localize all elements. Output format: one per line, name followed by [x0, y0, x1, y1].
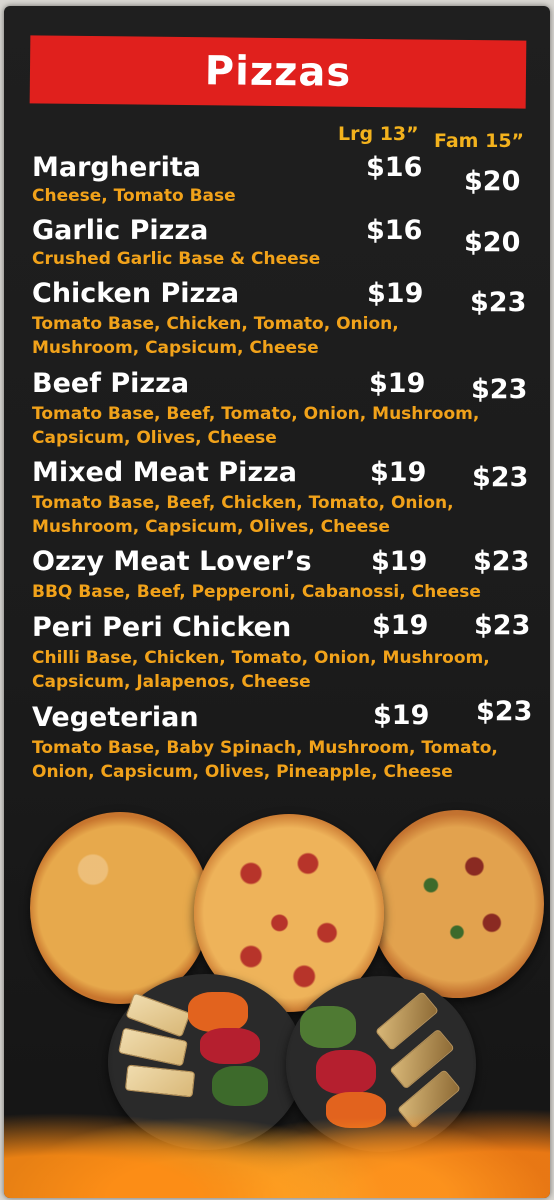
- price-large: $19: [367, 278, 424, 309]
- pizza-image: [30, 812, 210, 1004]
- price-large: $19: [373, 700, 430, 731]
- salad-image: [188, 992, 248, 1032]
- pizza-image: [370, 810, 544, 998]
- item-description: Tomato Base, Beef, Chicken, Tomato, Onio…: [32, 493, 454, 537]
- price-family: $23: [474, 610, 531, 641]
- price-family: $23: [471, 374, 528, 405]
- item-name: Ozzy Meat Lover’s: [32, 546, 312, 577]
- price-family: $20: [464, 227, 521, 258]
- item-description: Tomato Base, Beef, Tomato, Onion, Mushro…: [32, 404, 480, 448]
- item-description: Tomato Base, Baby Spinach, Mushroom, Tom…: [32, 738, 498, 782]
- wrap-image: [124, 1064, 196, 1098]
- item-description: BBQ Base, Beef, Pepperoni, Cabanossi, Ch…: [32, 582, 481, 602]
- price-family: $23: [470, 287, 527, 318]
- size-header-family: Fam 15”: [434, 130, 525, 152]
- salad-image: [212, 1066, 268, 1106]
- item-name: Mixed Meat Pizza: [32, 457, 297, 488]
- salad-image: [300, 1006, 356, 1048]
- price-family: $23: [476, 696, 533, 727]
- item-description: Crushed Garlic Base & Cheese: [32, 249, 321, 269]
- item-description: Chilli Base, Chicken, Tomato, Onion, Mus…: [32, 648, 490, 692]
- price-large: $16: [366, 152, 423, 183]
- menu-title: Pizzas: [204, 48, 352, 96]
- item-description: Cheese, Tomato Base: [32, 186, 236, 206]
- plate-image: [108, 974, 304, 1150]
- item-name: Chicken Pizza: [32, 278, 240, 309]
- item-name: Beef Pizza: [32, 368, 190, 399]
- price-family: $23: [473, 546, 530, 577]
- plate-image: [286, 976, 476, 1152]
- size-header-large: Lrg 13”: [338, 123, 419, 145]
- price-large: $16: [366, 215, 423, 246]
- menu-board: Pizzas Lrg 13” Fam 15” Margherita Cheese…: [4, 6, 550, 1198]
- price-large: $19: [370, 457, 427, 488]
- title-banner: Pizzas: [29, 35, 527, 109]
- item-name: Garlic Pizza: [32, 215, 209, 246]
- salad-image: [200, 1028, 260, 1064]
- price-large: $19: [371, 546, 428, 577]
- price-large: $19: [369, 368, 426, 399]
- salad-image: [326, 1092, 386, 1128]
- item-description: Tomato Base, Chicken, Tomato, Onion, Mus…: [32, 314, 399, 358]
- price-large: $19: [372, 610, 429, 641]
- item-name: Peri Peri Chicken: [32, 612, 292, 643]
- item-name: Margherita: [32, 152, 201, 183]
- item-name: Vegeterian: [32, 702, 199, 733]
- price-family: $20: [464, 166, 521, 197]
- price-family: $23: [472, 462, 529, 493]
- salad-image: [316, 1050, 376, 1094]
